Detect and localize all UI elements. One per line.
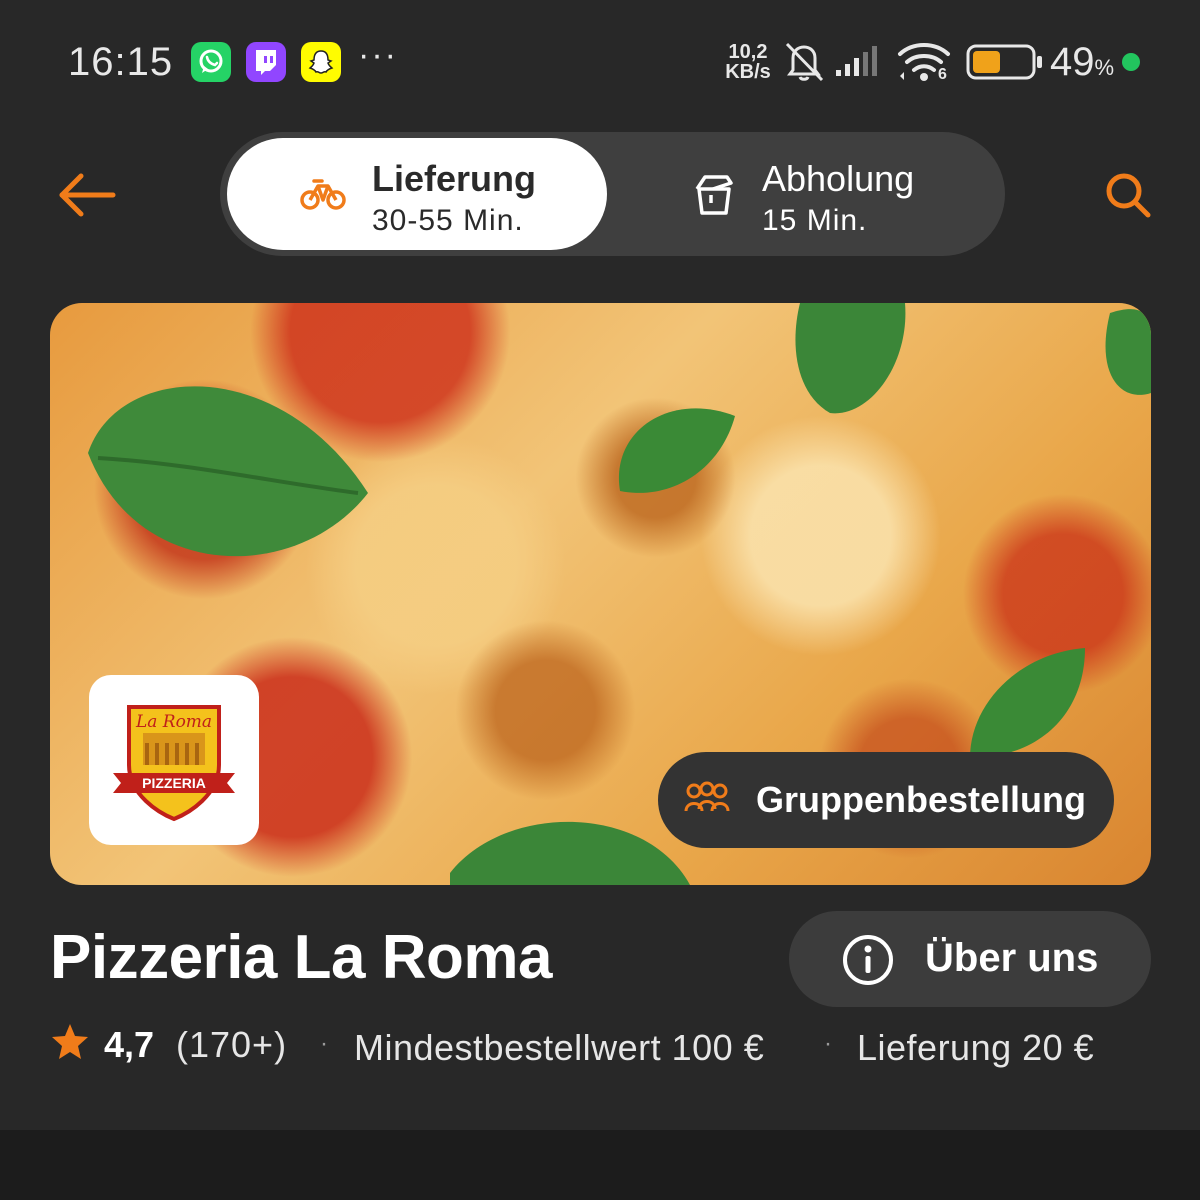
basil-leaf-image bbox=[1105, 309, 1151, 395]
rating-value: 4,7 bbox=[104, 1024, 155, 1065]
mute-bell-icon bbox=[782, 38, 826, 89]
wifi-badge: 6 bbox=[938, 66, 947, 83]
whatsapp-icon bbox=[191, 42, 231, 82]
search-icon bbox=[1106, 173, 1151, 218]
restaurant-hero-image: La Roma PIZZERIA Gruppenbestellung bbox=[50, 303, 1151, 885]
basil-leaf-image bbox=[450, 821, 690, 885]
basil-leaf-image bbox=[88, 386, 368, 557]
svg-text:PIZZERIA: PIZZERIA bbox=[142, 775, 206, 791]
group-order-button[interactable]: Gruppenbestellung bbox=[658, 752, 1114, 848]
restaurant-name: Pizzeria La Roma bbox=[50, 923, 552, 992]
group-order-label: Gruppenbestellung bbox=[756, 779, 1087, 820]
group-people-icon bbox=[684, 781, 730, 812]
delivery-time: 30-55 Min. bbox=[372, 204, 524, 237]
back-button[interactable] bbox=[55, 165, 119, 225]
delivery-mode-toggle: Lieferung 30-55 Min. Abholung 15 Min. bbox=[220, 132, 1005, 256]
pickup-time: 15 Min. bbox=[762, 204, 868, 237]
snapchat-icon bbox=[301, 42, 341, 82]
review-count: (170+) bbox=[176, 1024, 288, 1065]
battery-percent: 49% bbox=[1050, 40, 1115, 84]
separator-dot: · bbox=[824, 1030, 832, 1057]
star-icon bbox=[52, 1024, 88, 1059]
privacy-indicator-dot bbox=[1122, 53, 1140, 71]
twitch-icon bbox=[246, 42, 286, 82]
network-speed: 10,2 KB/s bbox=[725, 41, 771, 83]
basil-leaf-image bbox=[795, 303, 906, 414]
basil-leaf-image bbox=[970, 648, 1085, 758]
basil-leaf-image bbox=[618, 408, 735, 493]
tab-delivery[interactable]: Lieferung 30-55 Min. bbox=[227, 138, 607, 250]
bicycle-icon bbox=[297, 168, 349, 220]
status-time: 16:15 bbox=[68, 40, 174, 84]
pickup-label: Abholung bbox=[762, 158, 915, 199]
takeaway-box-icon bbox=[688, 168, 740, 220]
svg-text:La Roma: La Roma bbox=[135, 712, 212, 732]
delivery-label: Lieferung bbox=[372, 158, 537, 199]
separator-dot: · bbox=[320, 1030, 328, 1057]
signal-icon bbox=[834, 42, 886, 83]
delivery-fee: Lieferung 20 € bbox=[857, 1027, 1095, 1068]
search-button[interactable] bbox=[1098, 165, 1158, 225]
restaurant-meta: 4,7 (170+) · Mindestbestellwert 100 € · … bbox=[50, 1020, 1150, 1070]
info-icon bbox=[843, 935, 893, 985]
more-notifications-icon: ··· bbox=[358, 36, 398, 74]
about-us-label: Über uns bbox=[925, 936, 1099, 980]
about-us-button[interactable]: Über uns bbox=[789, 911, 1151, 1007]
battery-icon bbox=[966, 44, 1044, 85]
restaurant-logo: La Roma PIZZERIA bbox=[89, 675, 259, 845]
status-bar: 16:15 ··· 10,2 KB/s 6 49% bbox=[0, 0, 1200, 125]
arrow-left-icon bbox=[59, 173, 116, 217]
bottom-panel bbox=[0, 1130, 1200, 1200]
minimum-order: Mindestbestellwert 100 € bbox=[354, 1027, 765, 1068]
tab-pickup[interactable]: Abholung 15 Min. bbox=[620, 138, 998, 250]
